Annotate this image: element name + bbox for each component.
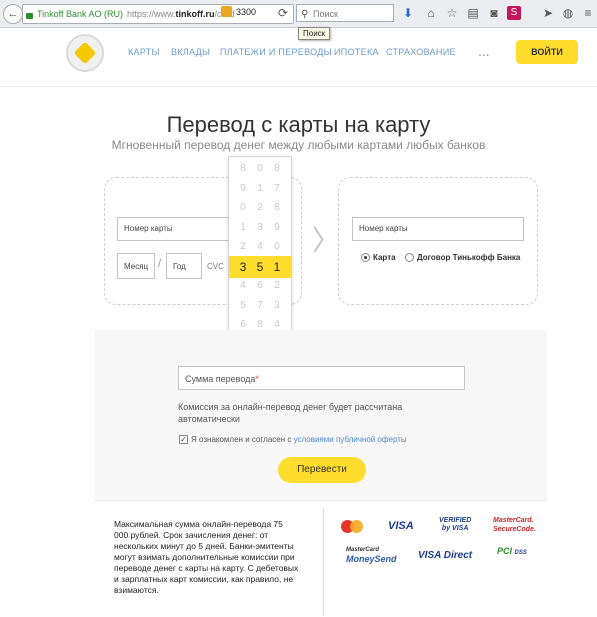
mastercard-securecode-logo: MasterCard. SecureCode.: [493, 517, 536, 533]
recipient-card-number-input[interactable]: Номер карты: [352, 217, 524, 241]
radio-contract-label[interactable]: Договор Тинькофф Банка: [417, 253, 520, 262]
radio-card-label[interactable]: Карта: [373, 253, 396, 262]
required-mark: *: [255, 374, 259, 384]
pocket-icon[interactable]: ◙: [487, 6, 501, 20]
pci-dss-logo: PCI DSS: [497, 546, 527, 556]
send-transfer-button[interactable]: Перевести: [278, 457, 366, 483]
login-button[interactable]: ВОЙТИ: [516, 40, 578, 64]
transfer-limits-text: Максимальная сумма онлайн-перевода 75 00…: [114, 519, 299, 595]
agree-checkbox[interactable]: ✓: [179, 435, 188, 444]
offer-terms-link[interactable]: условиями публичной оферты: [294, 435, 407, 444]
menu-icon[interactable]: ≡: [581, 6, 595, 20]
nav-item-payments[interactable]: ПЛАТЕЖИ И ПЕРЕВОДЫ: [220, 47, 332, 57]
expiry-year-input[interactable]: Год: [166, 253, 202, 279]
reload-icon[interactable]: ⟳: [276, 6, 290, 20]
visa-logo: VISA: [388, 520, 414, 532]
bookmarks-list-icon[interactable]: ▤: [466, 6, 480, 20]
nav-item-cards[interactable]: КАРТЫ: [128, 47, 160, 57]
verified-by-visa-logo: VERIFIED by VISA: [439, 517, 472, 532]
page-title: Перевод с карты на карту: [166, 112, 431, 137]
nav-more-button[interactable]: ...: [478, 43, 490, 59]
search-tooltip: Поиск: [298, 27, 331, 40]
url-text: https://www.tinkoff.ru/card: [127, 9, 235, 19]
browser-toolbar: ← Tinkoff Bank AO (RU) https://www.tinkof…: [0, 0, 597, 28]
chevron-right-icon: 〉: [312, 225, 341, 256]
mastercard-moneysend-logo: MasterCard MoneySend: [346, 547, 397, 564]
mastercard-logo: [341, 520, 363, 533]
header-divider: [0, 86, 597, 87]
agree-label: Я ознакомлен и согласен с условиями публ…: [191, 435, 407, 444]
page-subtitle: Мгновенный перевод денег между любыми ка…: [111, 138, 486, 152]
nav-item-mortgage[interactable]: ИПОТЕКА: [334, 47, 379, 57]
lock-icon: [26, 13, 33, 19]
radio-contract[interactable]: [405, 253, 414, 262]
home-icon[interactable]: ⌂: [424, 6, 438, 20]
nav-item-deposits[interactable]: ВКЛАДЫ: [171, 47, 210, 57]
magnifier-icon: ⚲: [301, 9, 309, 20]
secure-site-label[interactable]: Tinkoff Bank AO (RU): [23, 9, 123, 19]
amount-input[interactable]: Сумма перевода*: [178, 366, 465, 390]
digit-picker-dropdown[interactable]: 808917028139240351462573684795: [228, 156, 292, 354]
expiry-month-input[interactable]: Месяц: [117, 253, 155, 279]
info-divider: [323, 508, 324, 616]
addon-icon[interactable]: [221, 6, 232, 17]
radio-card[interactable]: [361, 253, 370, 262]
expiry-separator: /: [158, 258, 162, 270]
back-icon[interactable]: ←: [3, 4, 23, 24]
logo-shield-icon: [73, 41, 97, 65]
extension-s-icon[interactable]: S: [507, 6, 521, 20]
recipient-card-panel: [338, 177, 538, 305]
visa-direct-logo: VISA Direct: [418, 550, 473, 561]
globe-icon[interactable]: ◍: [561, 6, 575, 20]
sender-card-number-input[interactable]: Номер карты: [117, 217, 237, 241]
send-icon[interactable]: ➤: [541, 6, 555, 20]
commission-note: Комиссия за онлайн-перевод денег будет р…: [178, 402, 403, 424]
cvc-label: CVC: [207, 262, 224, 271]
bookmark-star-icon[interactable]: ☆: [445, 6, 459, 20]
nav-item-insurance[interactable]: СТРАХОВАНИЕ: [386, 47, 456, 57]
addon-badge-count: 3300: [236, 7, 257, 17]
download-icon[interactable]: ⬇: [401, 6, 415, 20]
secure-site-name: Tinkoff Bank AO (RU): [37, 9, 124, 19]
browser-search-input[interactable]: ⚲ Поиск: [296, 4, 394, 22]
tinkoff-logo[interactable]: [66, 34, 104, 72]
